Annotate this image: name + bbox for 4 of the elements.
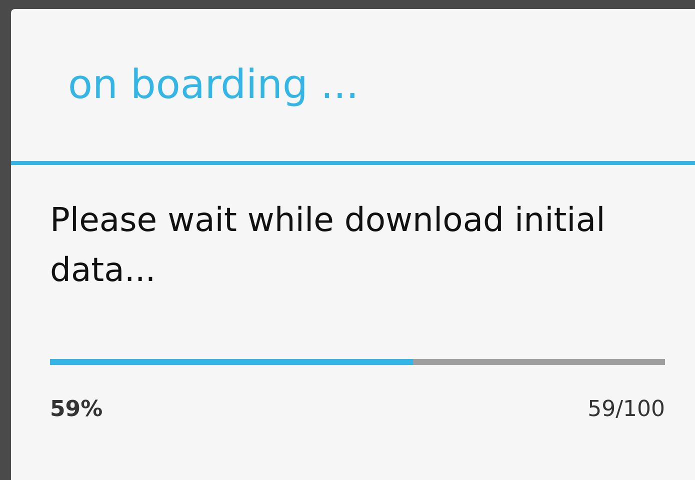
dialog-message: Please wait while download initial data... (50, 199, 606, 291)
progress-percent: 59% (50, 396, 103, 424)
progress-count: 59/100 (588, 396, 665, 424)
dialog-title: on boarding ... (68, 65, 359, 105)
